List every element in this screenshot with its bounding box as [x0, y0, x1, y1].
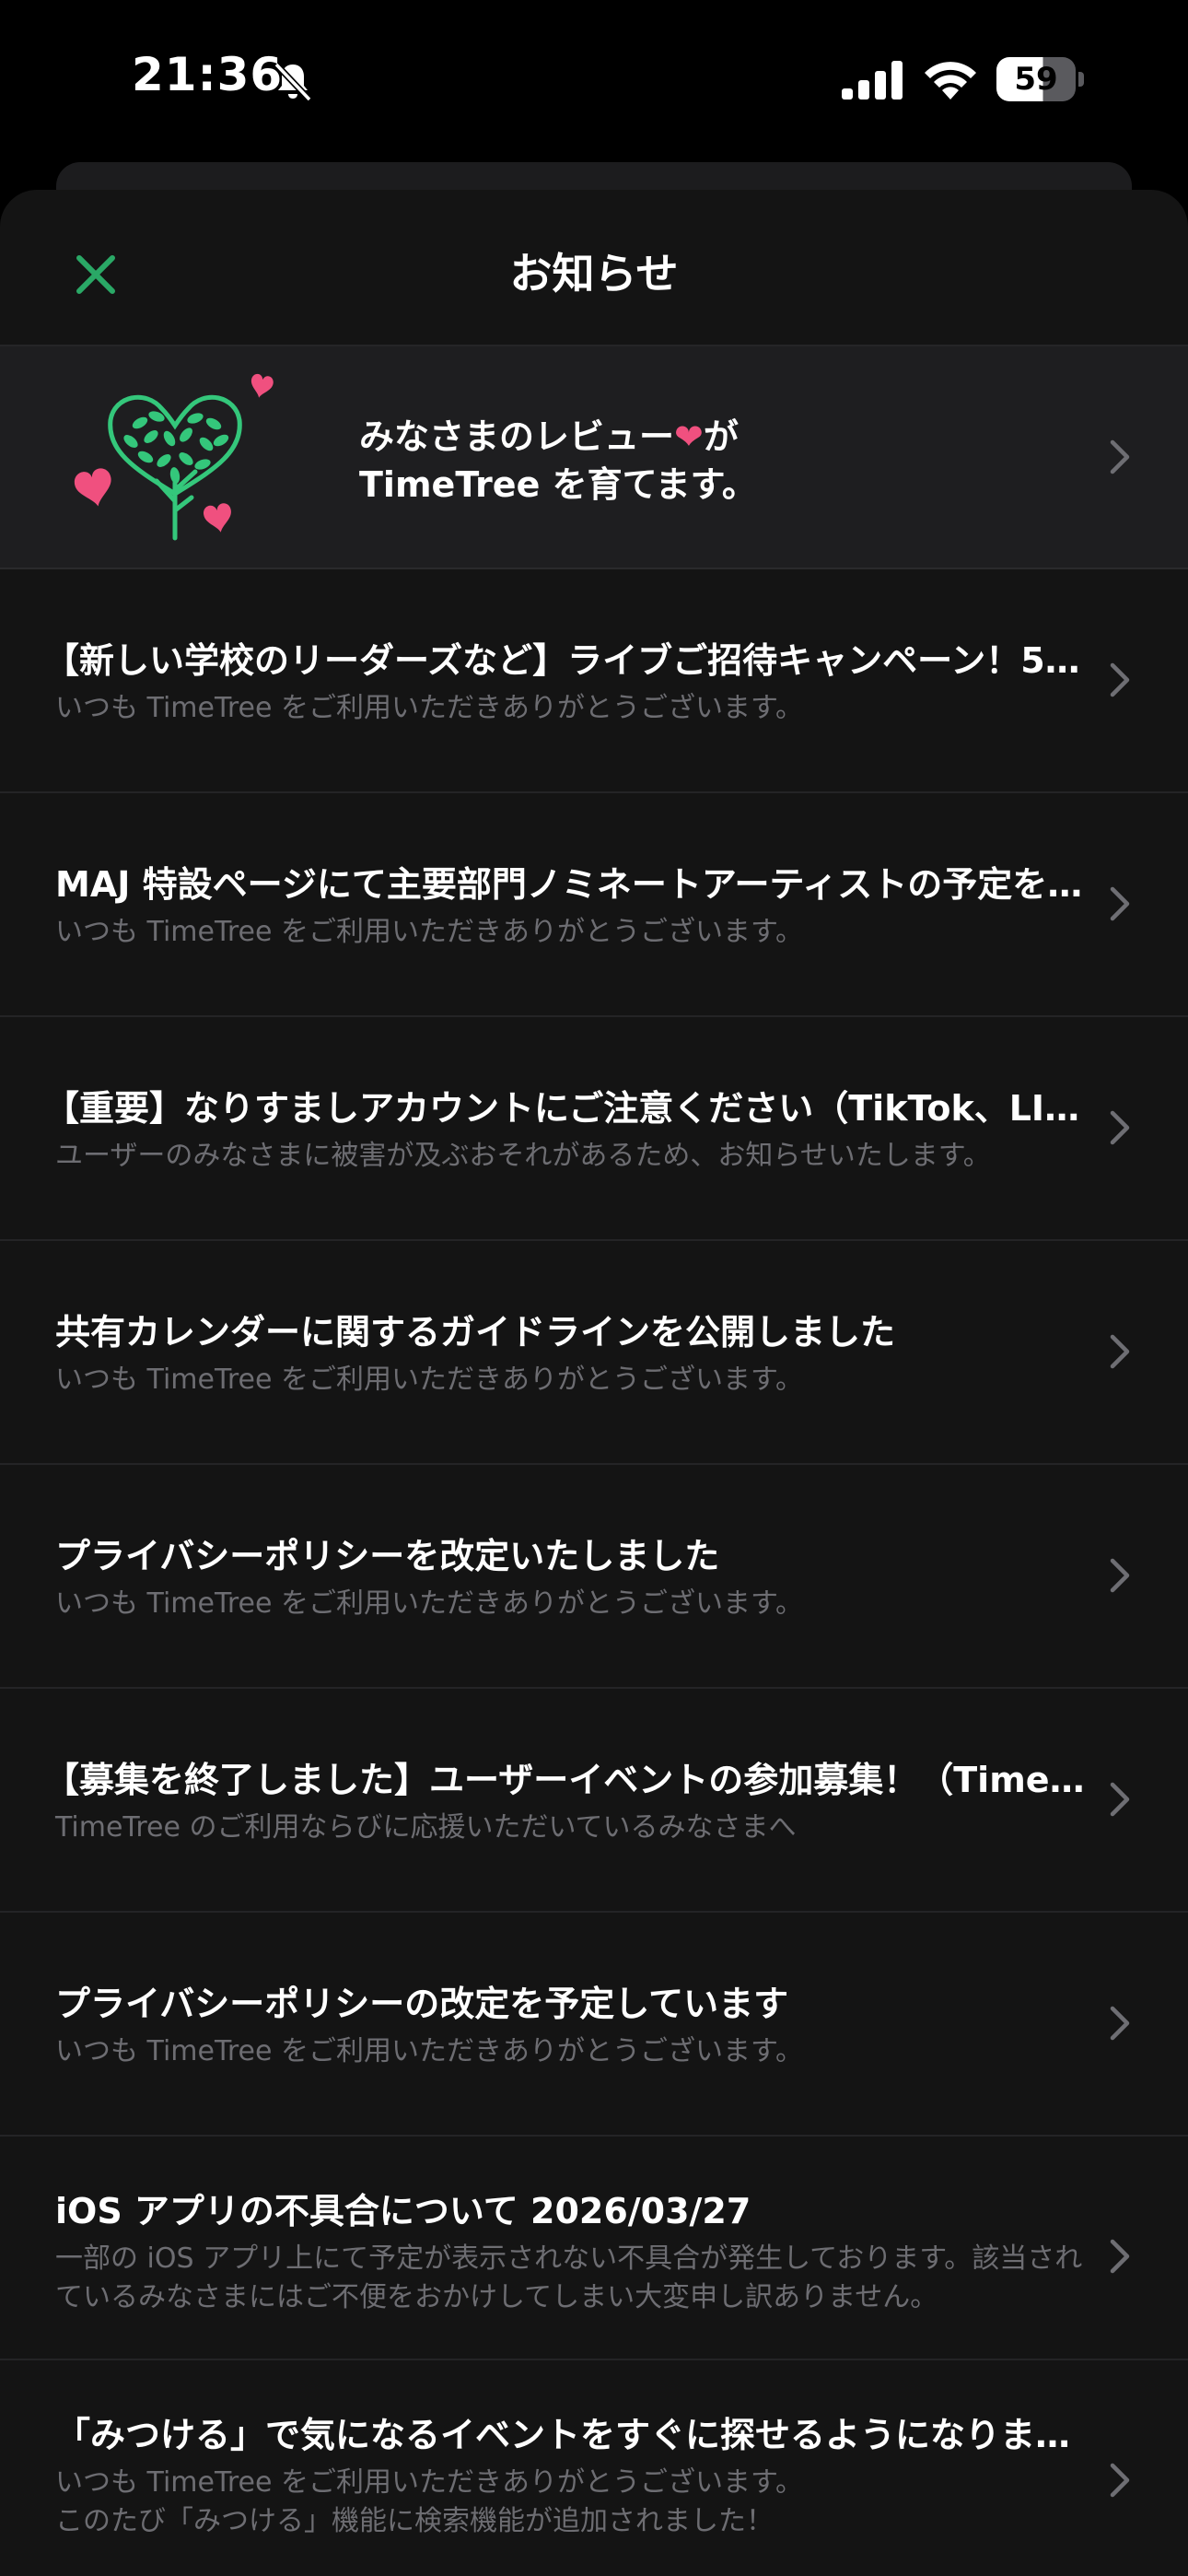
sheet-title: お知らせ — [509, 249, 679, 299]
news-body: いつも TimeTree をご利用いただきありがとうございます。 — [55, 1364, 803, 1396]
chevron-right-icon — [1110, 2239, 1130, 2274]
battery-cap — [1078, 72, 1084, 87]
news-item[interactable]: 共有カレンダーに関するガイドラインを公開しました いつも TimeTree をご… — [0, 1241, 1188, 1465]
news-title: 共有カレンダーに関するガイドラインを公開しました — [55, 1312, 896, 1352]
news-title: 「みつける」で気になるイベントをすぐに探せるようになりました — [55, 2415, 1098, 2455]
news-body: いつも TimeTree をご利用いただきありがとうございます。 — [55, 1587, 803, 1620]
news-body: 一部の iOS アプリ上にて予定が表示されない不具合が発生しております。該当され… — [55, 2242, 1083, 2313]
news-title: プライバシーポリシーを改定いたしました — [55, 1536, 720, 1576]
banner-line1: みなさまのレビュー❤が — [359, 413, 757, 461]
review-banner[interactable]: みなさまのレビュー❤が TimeTree を育てます。 — [0, 346, 1188, 569]
news-item[interactable]: 【新しい学校のリーダーズなど】ライブご招待キャンペーン！5月31日まで いつも … — [0, 569, 1188, 793]
battery-percent: 59 — [1014, 61, 1058, 98]
news-item[interactable]: 【募集を終了しました】ユーザーイベントの参加募集！（TimeTree Meetu… — [0, 1689, 1188, 1913]
news-body: いつも TimeTree をご利用いただきありがとうございます。 — [55, 692, 803, 724]
news-title: iOS アプリの不具合について 2026/03/27 — [55, 2191, 751, 2231]
news-body: いつも TimeTree をご利用いただきありがとうございます。 このたび「みつ… — [55, 2466, 803, 2537]
battery-indicator: 59 — [996, 57, 1084, 101]
chevron-right-icon — [1110, 439, 1130, 474]
news-body: いつも TimeTree をご利用いただきありがとうございます。 — [55, 2035, 803, 2067]
banner-line1-suffix: が — [703, 416, 739, 457]
chevron-right-icon — [1110, 2006, 1130, 2041]
news-title: MAJ 特設ページにて主要部門ノミネートアーティストの予定を公開中 — [55, 864, 1098, 905]
chevron-right-icon — [1110, 1334, 1130, 1369]
news-title: プライバシーポリシーの改定を予定しています — [55, 1984, 789, 2024]
chevron-right-icon — [1110, 1558, 1130, 1593]
chevron-right-icon — [1110, 662, 1130, 697]
banner-line1-prefix: みなさまのレビュー — [359, 416, 675, 457]
news-item[interactable]: iOS アプリの不具合について 2026/03/27 一部の iOS アプリ上に… — [0, 2137, 1188, 2360]
status-bar: 21:36 59 — [0, 0, 1188, 161]
heart-icon: ❤ — [674, 416, 704, 457]
cellular-signal-icon — [842, 61, 903, 100]
tree-heart-illustration — [74, 373, 274, 541]
news-title: 【募集を終了しました】ユーザーイベントの参加募集！（TimeTree Meetu… — [44, 1760, 1098, 1800]
news-body: ユーザーのみなさまに被害が及ぶおそれがあるため、お知らせいたします。 — [55, 1140, 991, 1172]
bell-muted-icon — [274, 62, 312, 102]
sheet-header: お知らせ — [0, 190, 1188, 346]
chevron-right-icon — [1110, 1110, 1130, 1145]
banner-message: みなさまのレビュー❤が TimeTree を育てます。 — [359, 413, 757, 509]
news-item[interactable]: プライバシーポリシーを改定いたしました いつも TimeTree をご利用いただ… — [0, 1465, 1188, 1689]
status-time: 21:36 — [132, 48, 284, 101]
news-body: TimeTree のご利用ならびに応援いただいているみなさまへ — [55, 1811, 797, 1844]
news-list: 【新しい学校のリーダーズなど】ライブご招待キャンペーン！5月31日まで いつも … — [0, 569, 1188, 2576]
news-item[interactable]: 【重要】なりすましアカウントにご注意ください（TikTok、LINE など） ユ… — [0, 1017, 1188, 1241]
news-item[interactable]: MAJ 特設ページにて主要部門ノミネートアーティストの予定を公開中 いつも Ti… — [0, 793, 1188, 1017]
chevron-right-icon — [1110, 886, 1130, 921]
news-title: 【新しい学校のリーダーズなど】ライブご招待キャンペーン！5月31日まで — [44, 640, 1098, 681]
news-item[interactable]: 「みつける」で気になるイベントをすぐに探せるようになりました いつも TimeT… — [0, 2360, 1188, 2576]
notifications-sheet: お知らせ みなさまのレビュー❤が TimeTree を育てます。 【新しい学校の… — [0, 190, 1188, 2576]
news-item[interactable]: プライバシーポリシーの改定を予定しています いつも TimeTree をご利用い… — [0, 1913, 1188, 2137]
banner-line2: TimeTree を育てます。 — [359, 464, 757, 505]
chevron-right-icon — [1110, 2463, 1130, 2498]
news-title: 【重要】なりすましアカウントにご注意ください（TikTok、LINE など） — [44, 1088, 1098, 1129]
wifi-icon — [925, 62, 976, 100]
news-body: いつも TimeTree をご利用いただきありがとうございます。 — [55, 916, 803, 948]
chevron-right-icon — [1110, 1782, 1130, 1817]
